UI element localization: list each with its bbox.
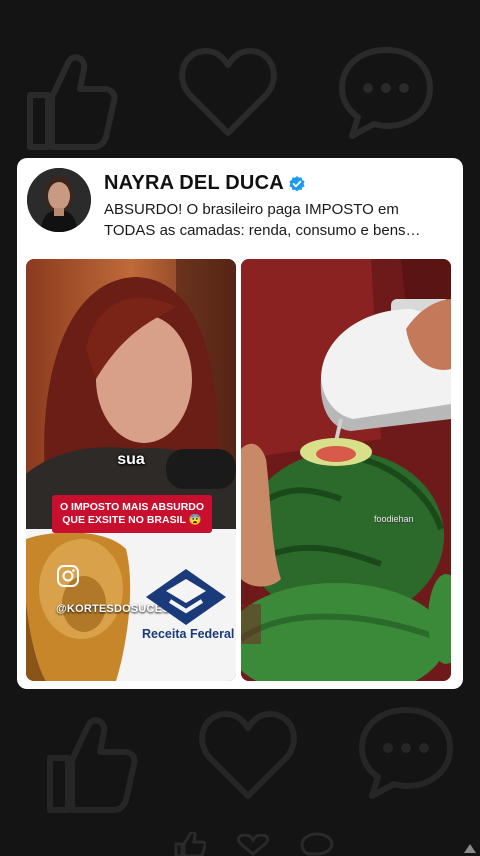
heart-icon <box>198 708 298 803</box>
caption-line: TODAS as camadas: renda, consumo e bens… <box>104 222 421 239</box>
headline-banner: O IMPOSTO MAIS ABSURDO QUE EXSITE NO BRA… <box>52 495 212 533</box>
heart-icon <box>236 834 270 856</box>
heart-icon <box>178 45 278 140</box>
chat-bubble-icon <box>300 832 334 856</box>
video-watermark: foodiehan <box>374 514 414 524</box>
video-thumbnail-right[interactable]: foodiehan <box>241 259 451 681</box>
thumbs-up-icon <box>20 45 120 155</box>
banner-line: O IMPOSTO MAIS ABSURDO <box>59 501 205 513</box>
thumbs-up-icon <box>172 832 206 856</box>
caption-line: ABSURDO! O brasileiro paga IMPOSTO em <box>104 201 399 218</box>
banner-line: QUE EXSITE NO BRASIL 😨 <box>62 514 202 526</box>
author-name[interactable]: NAYRA DEL DUCA <box>104 172 284 195</box>
video-thumbnail-left[interactable]: sua O IMPOSTO MAIS ABSURDO QUE EXSITE NO… <box>26 259 236 681</box>
author-name-row[interactable]: NAYRA DEL DUCA <box>104 172 305 195</box>
verified-badge-icon <box>289 175 305 191</box>
instagram-icon <box>57 565 79 587</box>
video-subtitle: sua <box>117 451 145 468</box>
chat-bubble-icon <box>356 702 456 802</box>
post-card[interactable]: NAYRA DEL DUCA ABSURDO! O brasileiro pag… <box>17 158 463 689</box>
avatar[interactable] <box>27 168 91 232</box>
agency-name: Receita Federal <box>142 627 235 641</box>
chat-bubble-icon <box>336 42 436 142</box>
post-caption: ABSURDO! O brasileiro paga IMPOSTO em TO… <box>104 199 454 241</box>
thumbs-up-icon <box>40 708 140 818</box>
watermelon-mixer-image <box>241 259 451 681</box>
receita-federal-logo-icon <box>146 569 226 625</box>
scroll-up-icon[interactable] <box>462 842 478 854</box>
